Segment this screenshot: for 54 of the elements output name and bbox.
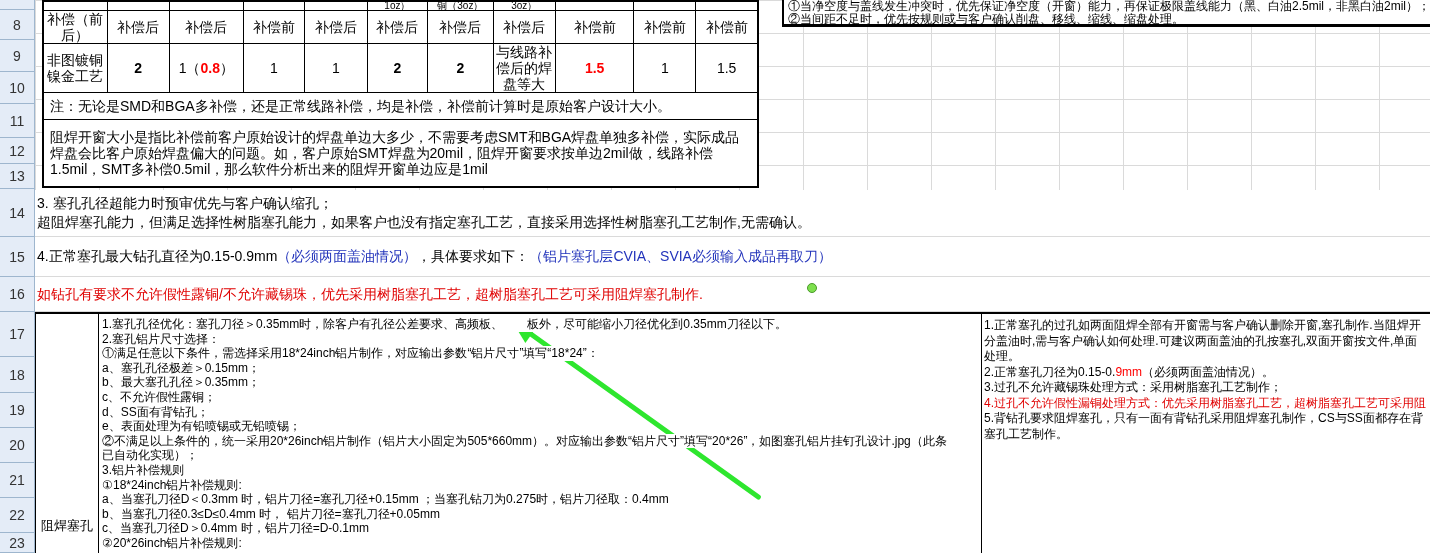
text-line: 超阻焊塞孔能力，但满足选择性树脂塞孔能力，如果客户也没有指定塞孔工艺，直接采用选择性树脂塞孔工艺制作,无需确认。 <box>37 213 811 232</box>
row-header[interactable]: 22 <box>0 498 34 533</box>
text-line: 2.正常塞孔刀径为0.15-0.9mm（必须两面盖油情况）。 <box>984 364 1275 380</box>
rotate-handle[interactable] <box>807 283 817 293</box>
text-line: ①当净空度与盖线发生冲突时，优先保证净空度（开窗）能力，再保证极限盖线能力（黑、白油2.5mil，非黑白油2mil）； <box>788 0 1430 13</box>
text-line: 如钻孔有要求不允许假性露铜/不允许藏锡珠，优先采用树脂塞孔工艺，超树脂塞孔工艺可采用阻焊塞孔制作. <box>37 284 703 304</box>
row-header[interactable]: 14 <box>0 189 34 237</box>
row-header[interactable]: 21 <box>0 463 34 498</box>
table-cell: 1 <box>304 43 368 93</box>
text-line: 塞孔工艺制作。 <box>984 426 1068 442</box>
table-cell: 补偿后 <box>304 10 368 44</box>
table-cell: 补偿前 <box>555 10 634 44</box>
text-line: ②当间距不足时，优先按规则或与客户确认削盘、移线、缩线、缩盘处理。 <box>788 13 1184 26</box>
table-cell: 1 <box>243 43 305 93</box>
row-header[interactable]: 16 <box>0 277 34 312</box>
table-cell: 2 <box>427 43 494 93</box>
table-cell: 3oz） <box>493 1 556 11</box>
table-cell: 补偿后 <box>367 10 428 44</box>
row-header[interactable]: 13 <box>0 164 34 189</box>
row-label: 阻焊塞孔 <box>41 517 93 535</box>
text-line: 5.背钻孔要求阻焊塞孔，只有一面有背钻孔采用阻焊塞孔制作，CS与SS面都存在背 <box>984 411 1423 427</box>
text-line: 3. 塞孔孔径超能力时预审优先与客户确认缩孔； <box>37 194 333 213</box>
table-cell: 补偿后 <box>427 10 494 44</box>
table-cell: 补偿前 <box>633 10 696 44</box>
row-header[interactable]: 18 <box>0 357 34 393</box>
table-cell: 1.5 <box>555 43 634 93</box>
table-cell: 1（0.8） <box>169 43 244 93</box>
row-header[interactable]: 17 <box>0 312 34 357</box>
row-header[interactable]: 15 <box>0 237 34 277</box>
table-cell: 补偿（前后） <box>43 10 108 44</box>
row-header[interactable]: 12 <box>0 138 34 164</box>
table-cell: 2 <box>367 43 428 93</box>
row-header[interactable]: 10 <box>0 72 34 104</box>
text-line: 处理。 <box>984 349 1020 365</box>
table-cell: 补偿前 <box>243 10 305 44</box>
table-cell: 非图镀铜镍金工艺 <box>43 43 108 93</box>
table-cell: 补偿后 <box>169 10 244 44</box>
row-header[interactable]: 19 <box>0 393 34 428</box>
text-line: 1.正常塞孔的过孔如两面阻焊全部有开窗需与客户确认删除开窗,塞孔制作.当阻焊开 <box>984 318 1421 334</box>
text-line: 分盖油时,需与客户确认如何处理.可建议两面盖油的孔按塞孔,双面开窗按文件,单面 <box>984 333 1418 349</box>
row-header[interactable]: 11 <box>0 104 34 138</box>
table-cell: 补偿后 <box>493 10 556 44</box>
row-header[interactable]: 23 <box>0 533 34 553</box>
table-cell: 铜（3oz） <box>427 1 494 11</box>
text-line: 3.过孔不允许藏锡珠处理方式：采用树脂塞孔工艺制作； <box>984 380 1282 396</box>
row-header[interactable]: 8 <box>0 10 34 40</box>
text-line: 4.正常塞孔最大钻孔直径为0.15-0.9mm（必须两面盖油情况），具体要求如下：（铝片塞孔层CVIA、SVIA必须输入成品再取刀） <box>37 247 832 266</box>
table-cell: 与线路补偿后的焊盘等大 <box>493 43 556 93</box>
table-cell: 补偿后 <box>107 10 170 44</box>
text-line: 4.过孔不允许假性漏铜处理方式：优先采用树脂塞孔工艺，超树脂塞孔工艺可采用阻 <box>984 395 1426 411</box>
table-cell: 1 <box>633 43 696 93</box>
row-header[interactable]: 9 <box>0 40 34 72</box>
table-cell: 2 <box>107 43 170 93</box>
row-header[interactable]: 20 <box>0 428 34 463</box>
